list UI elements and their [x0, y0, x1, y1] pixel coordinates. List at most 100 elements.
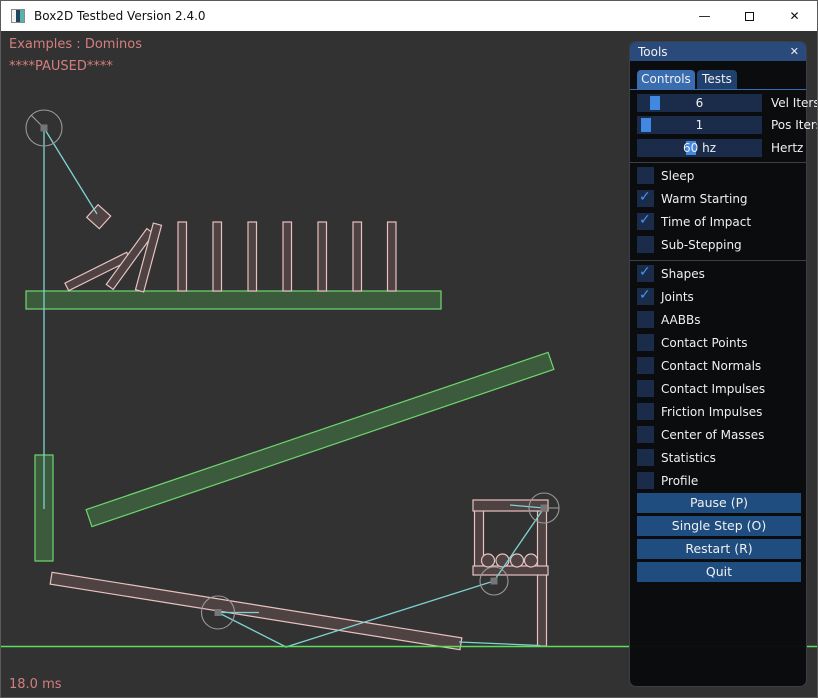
check-icon: ✓	[639, 287, 651, 303]
checkbox-aabbs[interactable]: ✓ AABBs	[637, 311, 700, 328]
checkbox-label: Time of Impact	[661, 215, 751, 229]
check-icon: ✓	[639, 189, 651, 205]
tab-underline	[630, 89, 806, 90]
vel-iters-slider[interactable]: 6	[637, 94, 762, 112]
domino	[353, 222, 362, 291]
domino	[388, 222, 397, 291]
shelf-ball	[511, 554, 524, 567]
checkbox-joints[interactable]: ✓ Joints	[637, 288, 694, 305]
checkbox-box: ✓	[637, 403, 654, 420]
checkbox-box: ✓	[637, 311, 654, 328]
checkbox-label: Contact Points	[661, 336, 748, 350]
rope-joint	[44, 128, 97, 214]
checkbox-label: Sleep	[661, 169, 694, 183]
close-icon: ✕	[789, 9, 799, 23]
shelf-ball	[525, 554, 538, 567]
joint-anchor	[215, 609, 222, 616]
checkbox-time-of-impact[interactable]: ✓ Time of Impact	[637, 213, 751, 230]
checkbox-label: Center of Masses	[661, 428, 764, 442]
checkbox-label: Sub-Stepping	[661, 238, 742, 252]
app-window: Box2D Testbed Version 2.4.0 — ✕	[0, 0, 818, 698]
frame-time-label: 18.0 ms	[9, 677, 62, 692]
maximize-button[interactable]	[727, 1, 772, 31]
pause-button[interactable]: Pause (P)	[637, 493, 801, 513]
tab-tests[interactable]: Tests	[697, 70, 737, 89]
minimize-icon: —	[699, 9, 711, 23]
tab-controls[interactable]: Controls	[637, 70, 695, 89]
checkbox-box: ✓	[637, 190, 654, 207]
tools-panel: Tools ✕ Controls Tests 6 Vel Iters 1 Pos…	[629, 41, 807, 687]
tools-panel-title: Tools	[638, 45, 668, 59]
checkbox-box: ✓	[637, 265, 654, 282]
checkbox-box: ✓	[637, 357, 654, 374]
checkbox-label: Contact Normals	[661, 359, 761, 373]
checkbox-box: ✓	[637, 334, 654, 351]
checkbox-label: Shapes	[661, 267, 705, 281]
checkbox-box: ✓	[637, 426, 654, 443]
joint-anchor	[541, 505, 548, 512]
joint-anchor	[491, 578, 498, 585]
hertz-label: Hertz	[771, 139, 803, 157]
checkbox-label: Contact Impulses	[661, 382, 765, 396]
vel-iters-label: Vel Iters	[771, 94, 818, 112]
single-step-button[interactable]: Single Step (O)	[637, 516, 801, 536]
domino	[283, 222, 292, 291]
domino	[178, 222, 187, 291]
checkbox-sleep[interactable]: ✓ Sleep	[637, 167, 694, 184]
checkbox-label: Warm Starting	[661, 192, 748, 206]
checkbox-box: ✓	[637, 288, 654, 305]
checkbox-contact-points[interactable]: ✓ Contact Points	[637, 334, 748, 351]
shelf-ball	[496, 554, 509, 567]
separator	[630, 260, 806, 261]
checkbox-contact-impulses[interactable]: ✓ Contact Impulses	[637, 380, 765, 397]
domino	[248, 222, 257, 291]
check-icon: ✓	[639, 212, 651, 228]
pos-iters-label: Pos Iters	[771, 116, 818, 134]
checkbox-label: Statistics	[661, 451, 716, 465]
hertz-slider[interactable]: 60 hz	[637, 139, 762, 157]
check-icon: ✓	[639, 264, 651, 280]
checkbox-center-of-masses[interactable]: ✓ Center of Masses	[637, 426, 764, 443]
joint-anchor	[41, 125, 48, 132]
pendulum-box	[87, 205, 111, 229]
maximize-icon	[745, 12, 754, 21]
quit-button[interactable]: Quit	[637, 562, 801, 582]
domino	[213, 222, 222, 291]
close-button[interactable]: ✕	[772, 1, 817, 31]
tab-label: Tests	[702, 72, 732, 86]
slider-value: 1	[637, 116, 762, 134]
window-titlebar[interactable]: Box2D Testbed Version 2.4.0 — ✕	[1, 1, 817, 31]
restart-button[interactable]: Restart (R)	[637, 539, 801, 559]
checkbox-label: Profile	[661, 474, 698, 488]
checkbox-contact-normals[interactable]: ✓ Contact Normals	[637, 357, 761, 374]
checkbox-box: ✓	[637, 213, 654, 230]
checkbox-box: ✓	[637, 167, 654, 184]
window-title: Box2D Testbed Version 2.4.0	[34, 9, 206, 23]
checkbox-label: AABBs	[661, 313, 700, 327]
checkbox-box: ✓	[637, 380, 654, 397]
app-icon	[11, 9, 25, 23]
paused-label: ****PAUSED****	[9, 59, 113, 74]
slider-value: 6	[637, 94, 762, 112]
tab-label: Controls	[641, 72, 691, 86]
checkbox-label: Joints	[661, 290, 694, 304]
domino	[318, 222, 327, 291]
tools-panel-close-icon[interactable]: ✕	[790, 45, 799, 58]
checkbox-sub-stepping[interactable]: ✓ Sub-Stepping	[637, 236, 742, 253]
tools-panel-titlebar[interactable]: Tools ✕	[630, 42, 806, 61]
platform-green	[26, 291, 441, 309]
checkbox-profile[interactable]: ✓ Profile	[637, 472, 698, 489]
checkbox-warm-starting[interactable]: ✓ Warm Starting	[637, 190, 748, 207]
checkbox-box: ✓	[637, 472, 654, 489]
checkbox-statistics[interactable]: ✓ Statistics	[637, 449, 716, 466]
checkbox-label: Friction Impulses	[661, 405, 762, 419]
checkbox-box: ✓	[637, 449, 654, 466]
checkbox-box: ✓	[637, 236, 654, 253]
checkbox-friction-impulses[interactable]: ✓ Friction Impulses	[637, 403, 762, 420]
checkbox-shapes[interactable]: ✓ Shapes	[637, 265, 705, 282]
separator	[630, 162, 806, 163]
slider-value: 60 hz	[637, 139, 762, 157]
pos-iters-slider[interactable]: 1	[637, 116, 762, 134]
rope-joint	[459, 642, 540, 646]
minimize-button[interactable]: —	[682, 1, 727, 31]
